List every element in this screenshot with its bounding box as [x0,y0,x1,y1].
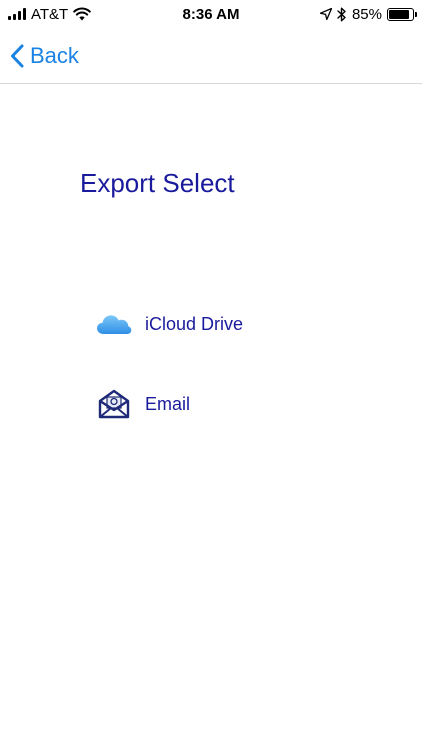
battery-percent: 85% [351,5,382,23]
icloud-drive-label: iCloud Drive [145,313,244,334]
status-right: 85% [319,5,417,23]
wifi-icon [73,7,92,21]
carrier-label: AT&T [31,5,69,23]
battery-icon [387,7,417,21]
envelope-icon [96,389,132,419]
chevron-left-icon [11,44,24,68]
email-label: Email [145,393,191,414]
navigation-bar: Back [0,28,422,84]
back-label: Back [30,43,79,68]
export-select-screen: AT&T 8:36 AM 85% Back Export Select iClo… [0,0,422,750]
status-left: AT&T [8,5,92,23]
battery-fill [389,9,409,19]
signal-icon [8,8,26,20]
bluetooth-icon [337,7,346,21]
icloud-drive-option[interactable]: iCloud Drive [96,304,243,344]
page-title: Export Select [80,168,235,198]
icloud-icon [96,309,132,339]
status-bar: AT&T 8:36 AM 85% [0,0,422,28]
email-option[interactable]: Email [96,384,190,424]
back-button[interactable]: Back [10,40,79,72]
location-icon [319,8,332,20]
